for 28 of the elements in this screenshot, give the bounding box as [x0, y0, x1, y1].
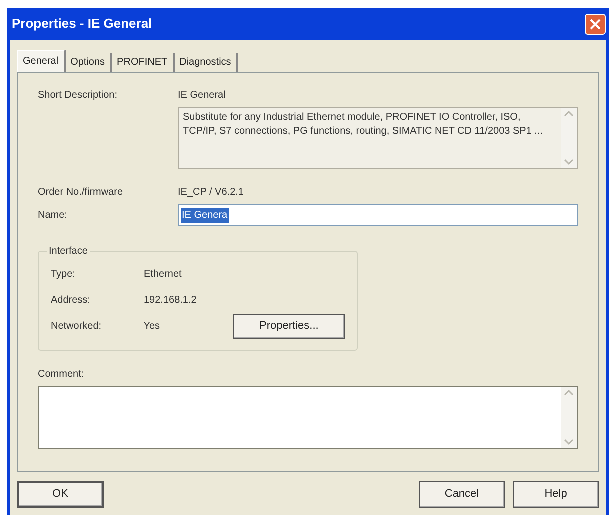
field-value: IE_CP / V6.2.1 [178, 186, 244, 200]
field-value: IE General [178, 88, 226, 102]
field-text: IE Genera [181, 208, 229, 222]
field-label: Order No./firmware [38, 186, 124, 200]
close-button[interactable] [585, 14, 606, 34]
field-value: 192.168.1.2 [144, 294, 198, 308]
comment-field[interactable] [38, 386, 578, 449]
scroll-up-icon[interactable] [564, 389, 574, 397]
field-label: Comment: [38, 368, 86, 382]
scroll-down-icon[interactable] [564, 158, 574, 166]
field-label: Type: [51, 268, 76, 282]
scroll-down-icon[interactable] [564, 438, 574, 446]
ok-button[interactable]: OK [17, 480, 104, 508]
field-label: Short Description: [38, 88, 118, 102]
description-text: Substitute for any Industrial Ethernet module, PROFINET IO Controller, ISO, TCP/IP, S7 connections, PG functions, routing, SIMATIC NET CD 11/2003 SP1 ... [182, 111, 544, 139]
field-label: Networked: [51, 320, 103, 334]
field-label: Address: [51, 294, 92, 308]
scroll-up-icon[interactable] [564, 110, 574, 118]
help-button[interactable]: Help [513, 480, 599, 508]
window-title: Properties - IE General [11, 15, 152, 34]
field-label: Name: [38, 208, 68, 222]
field-value: Ethernet [144, 268, 183, 282]
field-value: Yes [144, 320, 162, 334]
properties-button[interactable]: Properties... [233, 314, 345, 338]
tab[interactable]: General [17, 50, 66, 72]
name-field[interactable]: IE Genera [178, 204, 578, 226]
cancel-button[interactable]: Cancel [419, 480, 505, 508]
close-icon [590, 18, 601, 30]
